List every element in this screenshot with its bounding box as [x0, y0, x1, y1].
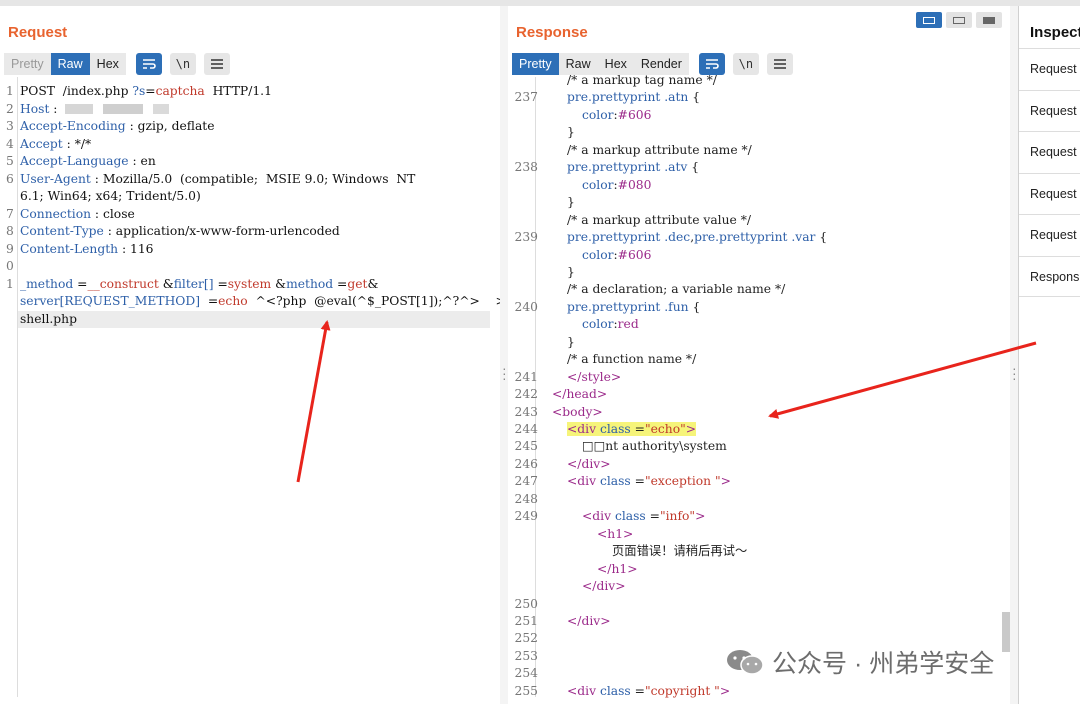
arrow-to-echo-output	[768, 341, 1037, 419]
annotation-arrows	[296, 320, 1037, 483]
arrow-to-payload	[296, 320, 331, 483]
